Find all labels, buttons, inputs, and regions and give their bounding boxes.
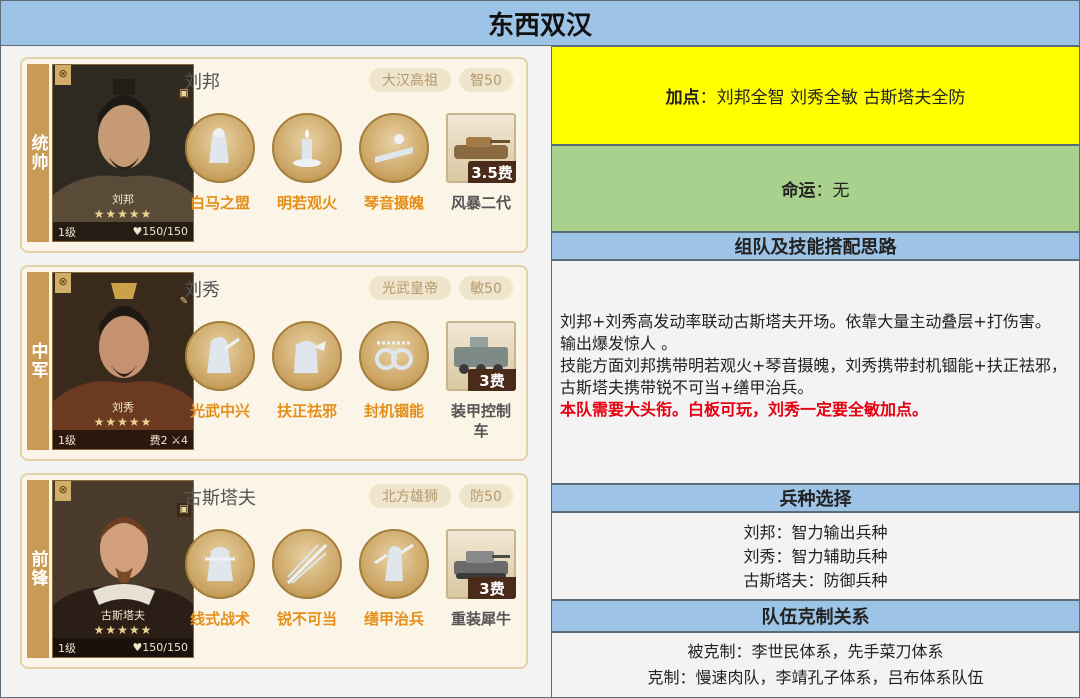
strategy-paragraph: 刘邦+刘秀高发动率联动古斯塔夫开场。依靠大量主动叠层+打伤害。 输出爆发惊人 。 [560, 312, 1051, 353]
skill-label: 缮甲治兵 [363, 610, 424, 628]
unit-cost: 3费 [468, 577, 516, 599]
skill-item[interactable]: 扶正祛邪 [267, 321, 347, 421]
strategy-note: 本队需要大头衔。白板可玩，刘秀一定要全敏加点。 [560, 400, 929, 419]
strategy-header: 组队及技能搭配思路 [551, 232, 1080, 260]
troop-line: 刘秀：智力辅助兵种 [743, 547, 888, 566]
skill-label: 琴音摄魄 [363, 194, 424, 212]
skill-item[interactable]: 缮甲治兵 [354, 529, 434, 629]
unit-item[interactable]: 3.5费 风暴二代 [441, 113, 521, 213]
skill-item[interactable]: 光武中兴 [180, 321, 260, 421]
armored-vehicle-icon: 3费 [446, 321, 516, 391]
skill-label: 封机锢能 [363, 402, 424, 420]
hero-name: 刘秀 [184, 280, 220, 301]
counter-line: 被克制：李世民体系，先手菜刀体系 [687, 642, 944, 661]
hero-stat-tag: 智50 [459, 68, 513, 92]
skill-item[interactable]: 线式战术 [180, 529, 260, 629]
hero-panel: 统帅 ⊗ ▣ 刘邦 ★★★★★ 1级 ♥150/150 刘邦 大汉高祖 智50 [0, 46, 551, 698]
close-icon[interactable]: ⊗ [55, 481, 71, 501]
hero-name: 刘邦 [184, 72, 220, 93]
tank-icon: 3.5费 [446, 113, 516, 183]
skill-icon [272, 113, 342, 183]
hero-stat-tag: 防50 [459, 484, 513, 508]
role-label: 统帅 [27, 64, 49, 242]
hero-card-liuxiu[interactable]: 中军 ⊗ ✎ 刘秀 ★★★★★ 1级 费2 ⚔4 刘秀 光武皇帝 敏50 光武中… [20, 265, 528, 461]
points-text: ：刘邦全智 刘秀全敏 古斯塔夫全防 [699, 88, 966, 108]
unit-cost: 3.5费 [468, 161, 516, 183]
counter-header: 队伍克制关系 [551, 600, 1080, 632]
unit-label: 装甲控制车 [450, 402, 511, 440]
hero-title-tag: 北方雄狮 [369, 484, 451, 508]
role-label: 前锋 [27, 480, 49, 658]
skill-icon [185, 113, 255, 183]
portrait-info: 1级 ♥150/150 [53, 638, 193, 657]
unit-label: 重装犀牛 [450, 610, 511, 628]
hero-level: 1级 [58, 433, 76, 447]
hero-portrait[interactable]: ⊗ ✎ 刘秀 ★★★★★ 1级 费2 ⚔4 [52, 272, 194, 450]
hero-portrait[interactable]: ⊗ ▣ 古斯塔夫 ★★★★★ 1级 ♥150/150 [52, 480, 194, 658]
skill-icon [272, 321, 342, 391]
hero-stat-tag: 敏50 [459, 276, 513, 300]
skill-icon [359, 529, 429, 599]
hero-card-liubang[interactable]: 统帅 ⊗ ▣ 刘邦 ★★★★★ 1级 ♥150/150 刘邦 大汉高祖 智50 [20, 57, 528, 253]
skill-label: 锐不可当 [276, 610, 337, 628]
points-label: 加点 [665, 88, 700, 108]
heavy-tank-icon: 3费 [446, 529, 516, 599]
skill-item[interactable]: 白马之盟 [180, 113, 260, 213]
skill-row: 光武中兴 扶正祛邪 封机锢能 3费 装甲控制车 [180, 321, 520, 457]
fate-section: 命运 ：无 [551, 145, 1080, 232]
troops-body: 刘邦：智力输出兵种 刘秀：智力辅助兵种 古斯塔夫：防御兵种 [551, 512, 1080, 600]
star-rating: ★★★★★ [93, 207, 153, 221]
skill-item[interactable]: 明若观火 [267, 113, 347, 213]
skill-icon [185, 529, 255, 599]
skill-label: 白马之盟 [189, 194, 250, 212]
troop-line: 刘邦：智力输出兵种 [743, 523, 888, 542]
unit-cost: 3费 [468, 369, 516, 391]
star-rating: ★★★★★ [93, 623, 153, 637]
skill-row: 线式战术 锐不可当 缮甲治兵 3费 重装犀牛 [180, 529, 520, 665]
portrait-name: 古斯塔夫 [101, 609, 145, 622]
counter-body: 被克制：李世民体系，先手菜刀体系 克制：慢速肉队，李靖孔子体系，吕布体系队伍 [551, 632, 1080, 698]
page-title: 东西双汉 [0, 0, 1080, 46]
skill-item[interactable]: 琴音摄魄 [354, 113, 434, 213]
hero-name: 古斯塔夫 [184, 488, 256, 509]
unit-item[interactable]: 3费 装甲控制车 [441, 321, 521, 441]
close-icon[interactable]: ⊗ [55, 273, 71, 293]
attribute-points-section: 加点 ：刘邦全智 刘秀全敏 古斯塔夫全防 [551, 46, 1080, 145]
skill-icon [359, 321, 429, 391]
portrait-name: 刘邦 [112, 193, 134, 206]
unit-label: 风暴二代 [450, 194, 511, 212]
hero-title-tag: 光武皇帝 [369, 276, 451, 300]
skill-label: 明若观火 [276, 194, 337, 212]
skill-label: 光武中兴 [189, 402, 250, 420]
skill-icon [359, 113, 429, 183]
fate-text: ：无 [815, 181, 850, 201]
skill-icon [185, 321, 255, 391]
role-label: 中军 [27, 272, 49, 450]
skill-label: 线式战术 [189, 610, 250, 628]
hero-level: 1级 [58, 225, 76, 239]
portrait-info: 1级 ♥150/150 [53, 222, 193, 241]
skill-item[interactable]: 封机锢能 [354, 321, 434, 421]
skill-icon [272, 529, 342, 599]
skill-item[interactable]: 锐不可当 [267, 529, 347, 629]
close-icon[interactable]: ⊗ [55, 65, 71, 85]
portrait-info: 1级 费2 ⚔4 [53, 430, 193, 449]
fate-label: 命运 [781, 181, 816, 201]
strategy-paragraph: 技能方面刘邦携带明若观火+琴音摄魄，刘秀携带封机锢能+扶正祛邪，古斯塔夫携带锐不… [560, 356, 1067, 397]
counter-line: 克制：慢速肉队，李靖孔子体系，吕布体系队伍 [647, 668, 984, 687]
hero-level: 1级 [58, 641, 76, 655]
troops-header: 兵种选择 [551, 484, 1080, 512]
portrait-name: 刘秀 [112, 401, 134, 414]
hero-title-tag: 大汉高祖 [369, 68, 451, 92]
troop-line: 古斯塔夫：防御兵种 [743, 571, 888, 590]
skill-row: 白马之盟 明若观火 琴音摄魄 3.5费 风暴二代 [180, 113, 520, 249]
star-rating: ★★★★★ [93, 415, 153, 429]
hero-card-gustav[interactable]: 前锋 ⊗ ▣ 古斯塔夫 ★★★★★ 1级 ♥150/150 古斯塔夫 北方雄狮 … [20, 473, 528, 669]
hero-portrait[interactable]: ⊗ ▣ 刘邦 ★★★★★ 1级 ♥150/150 [52, 64, 194, 242]
unit-item[interactable]: 3费 重装犀牛 [441, 529, 521, 629]
strategy-body: 刘邦+刘秀高发动率联动古斯塔夫开场。依靠大量主动叠层+打伤害。 输出爆发惊人 。… [551, 260, 1080, 484]
skill-label: 扶正祛邪 [276, 402, 337, 420]
guide-panel: 加点 ：刘邦全智 刘秀全敏 古斯塔夫全防 命运 ：无 组队及技能搭配思路 刘邦+刘秀… [551, 46, 1080, 698]
